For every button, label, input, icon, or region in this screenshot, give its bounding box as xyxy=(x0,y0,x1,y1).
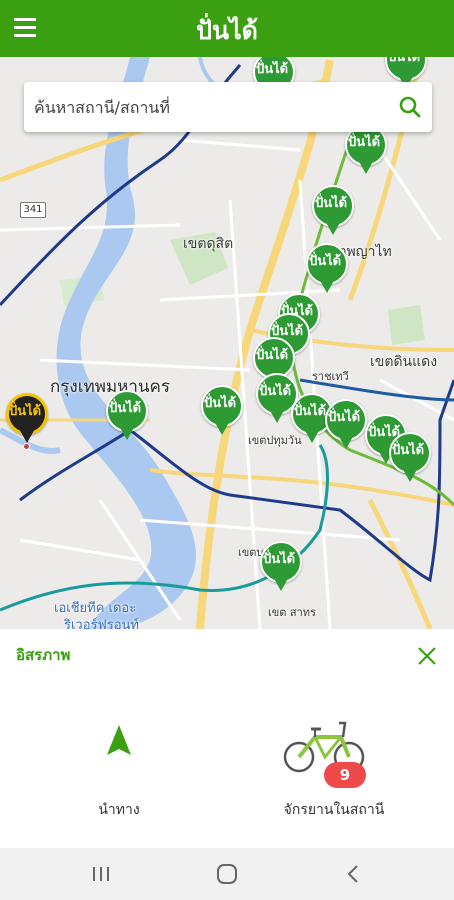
map-label-asiatique-2: ริเวอร์ฟรอนท์ xyxy=(64,618,139,629)
bikes-in-station-button[interactable]: 9 จักรยานในสถานี xyxy=(259,709,409,824)
station-pin-label: ปั่นได้ xyxy=(347,135,381,150)
station-pin[interactable]: ปั่นได้ xyxy=(387,432,433,490)
station-name: อิสรภาพ xyxy=(16,646,71,664)
station-pin-label: ปั่นได้ xyxy=(327,410,361,425)
map-label-dusit: เขตดุสิต xyxy=(183,236,234,252)
station-pin-label: ปั่นได้ xyxy=(314,196,348,211)
station-pin[interactable]: ปั่นได้ xyxy=(343,124,389,182)
search-bar xyxy=(24,82,432,132)
station-pin-label: ปั่นได้ xyxy=(255,348,289,363)
location-dot xyxy=(23,443,30,450)
home-icon[interactable] xyxy=(212,860,242,888)
station-panel: อิสรภาพ นำทาง 9 จักรยานในสถานี xyxy=(0,629,454,848)
navigate-button[interactable]: นำทาง xyxy=(59,709,179,824)
app-screen: ปั่นได้ เขตดุสิต เขตพญาไท เขตดินแดง กรุง… xyxy=(0,0,454,900)
station-pin[interactable]: ปั่นได้ xyxy=(199,385,245,443)
station-pin-label: ปั่นได้ xyxy=(108,401,142,416)
search-icon[interactable] xyxy=(398,95,422,119)
map-view[interactable]: เขตดุสิต เขตพญาไท เขตดินแดง กรุงเทพมหานค… xyxy=(0,57,454,629)
station-pin-label: ปั่นได้ xyxy=(262,552,296,567)
station-pin-label: ปั่นได้ xyxy=(308,254,342,269)
map-label-din-daeng: เขตดินแดง xyxy=(370,354,438,370)
selected-station-pin[interactable]: ปั่นได้ xyxy=(4,393,50,451)
station-pin-label: ปั่นได้ xyxy=(391,443,425,458)
recent-apps-icon[interactable] xyxy=(86,860,116,888)
map-label-sathon: เขต สาทร xyxy=(268,606,316,619)
app-title: ปั่นได้ xyxy=(196,16,258,45)
navigate-label: นำทาง xyxy=(98,802,140,818)
map-label-ratchathewi: ราชเทวี xyxy=(312,370,349,383)
station-pin[interactable]: ปั่นได้ xyxy=(104,390,150,448)
bike-count-badge: 9 xyxy=(324,762,366,788)
system-navigation-bar xyxy=(0,848,454,900)
bikes-label: จักรยานในสถานี xyxy=(283,802,385,818)
close-icon[interactable] xyxy=(416,645,438,667)
selected-station-pin-label: ปั่นได้ xyxy=(8,404,42,419)
navigation-arrow-icon xyxy=(107,725,131,755)
station-pin[interactable]: ปั่นได้ xyxy=(258,541,304,599)
station-pin-label: ปั่นได้ xyxy=(203,396,237,411)
station-pin-label: ปั่นได้ xyxy=(255,62,289,77)
back-icon[interactable] xyxy=(339,860,369,888)
station-pin-label: ปั่นได้ xyxy=(387,57,421,65)
search-input[interactable] xyxy=(34,82,384,132)
app-bar: ปั่นได้ xyxy=(0,0,454,57)
station-pin[interactable]: ปั่นได้ xyxy=(310,185,356,243)
route-shield-341: 341 xyxy=(20,202,46,218)
